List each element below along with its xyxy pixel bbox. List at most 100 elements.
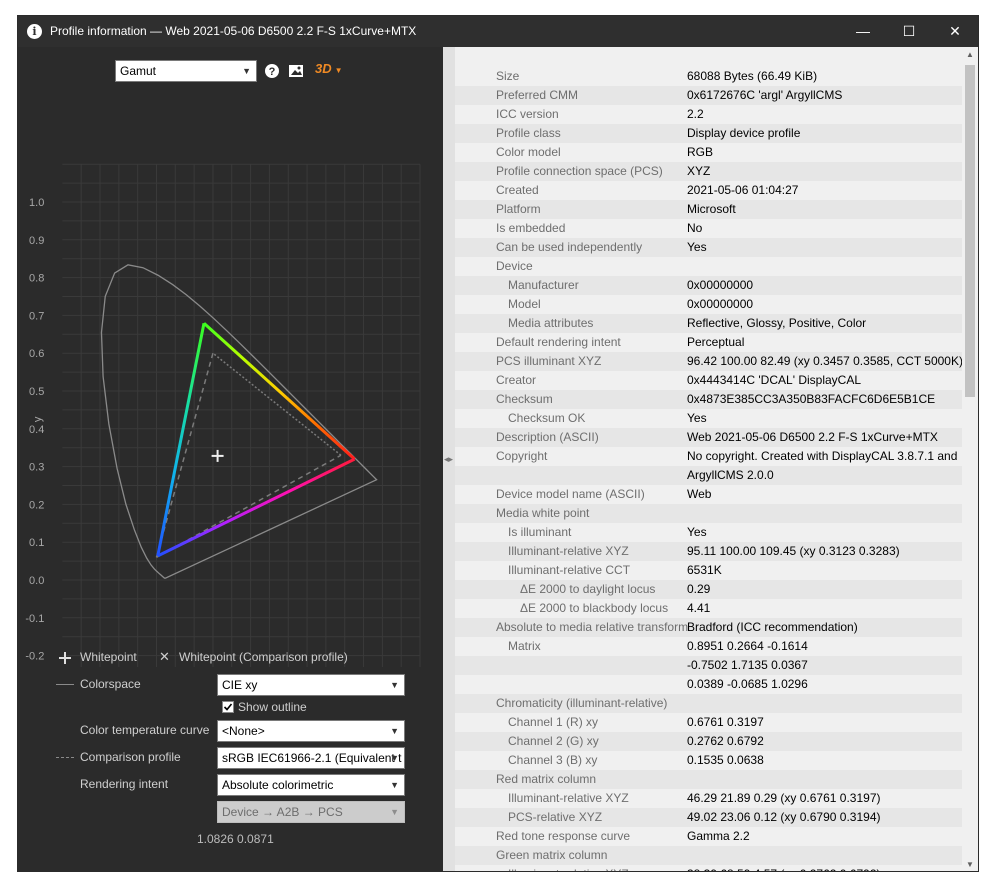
direction-select-value: Device → A2B → PCS [222, 805, 343, 819]
info-key: ΔE 2000 to daylight locus [520, 582, 656, 596]
rendering-intent-select[interactable]: Absolute colorimetric ▼ [217, 774, 405, 796]
info-row: Platform Microsoft [455, 200, 962, 219]
info-row: Device [455, 257, 962, 276]
info-key: Can be used independently [496, 240, 643, 254]
info-key: Checksum OK [508, 411, 586, 425]
scroll-up-icon[interactable]: ▲ [962, 47, 978, 63]
info-value: 38.39 68.59 4.57 (xy 0.2762 0.6792) [687, 865, 880, 871]
info-value: No copyright. Created with DisplayCAL 3.… [687, 449, 958, 463]
info-row: Checksum 0x4873E385CC3A350B83FACFC6D6E5B1… [455, 390, 962, 409]
panel-splitter[interactable]: ◂▸ [443, 47, 455, 871]
info-row: Channel 3 (B) xy 0.1535 0.0638 [455, 751, 962, 770]
info-key: Model [508, 297, 541, 311]
info-key: Color model [496, 145, 561, 159]
info-key: Illuminant-relative XYZ [508, 791, 629, 805]
info-key: Is embedded [496, 221, 566, 235]
info-value: 49.02 23.06 0.12 (xy 0.6790 0.3194) [687, 810, 881, 824]
info-key: Channel 2 (G) xy [508, 734, 599, 748]
info-value: 0x4873E385CC3A350B83FACFC6D6E5B1CE [687, 392, 936, 406]
color-temp-curve-select[interactable]: <None> ▼ [217, 720, 405, 742]
info-value: XYZ [687, 164, 711, 178]
info-row: PCS-relative XYZ 49.02 23.06 0.12 (xy 0.6… [455, 808, 962, 827]
title-bar[interactable]: i Profile information — Web 2021-05-06 D… [18, 16, 978, 47]
comparison-line-sample [56, 757, 74, 758]
info-value: Gamma 2.2 [687, 829, 750, 843]
direction-select: Device → A2B → PCS ▼ [217, 801, 405, 823]
info-row: Profile connection space (PCS) XYZ [455, 162, 962, 181]
y-tick-label: 0.8 [29, 273, 44, 285]
color-temp-select-value: <None> [222, 724, 265, 738]
info-value: 68088 Bytes (66.49 KiB) [687, 69, 818, 83]
minimize-button[interactable]: — [840, 16, 886, 47]
info-row: Illuminant-relative XYZ 46.29 21.89 0.29 … [455, 789, 962, 808]
y-tick-label: 0.6 [29, 348, 44, 360]
chevron-down-icon: ▼ [242, 66, 251, 76]
y-tick-label: -0.2 [25, 651, 44, 663]
3d-view-button[interactable]: 3D ▼ [315, 61, 343, 76]
info-key: Size [496, 69, 520, 83]
3d-label: 3D [315, 61, 332, 76]
info-row: Device model name (ASCII) Web [455, 485, 962, 504]
maximize-button[interactable]: ☐ [886, 16, 932, 47]
info-row: Manufacturer 0x00000000 [455, 276, 962, 295]
profile-information-window: i Profile information — Web 2021-05-06 D… [17, 15, 979, 872]
vertical-scrollbar[interactable]: ▲ ▼ [962, 47, 978, 871]
coordinates-readout: 1.0826 0.0871 [197, 832, 274, 846]
y-tick-label: 0.2 [29, 499, 44, 511]
show-outline-checkbox[interactable] [222, 701, 234, 713]
info-key: Green matrix column [496, 848, 608, 862]
crosshair-icon [57, 650, 73, 666]
info-value: -0.7502 1.7135 0.0367 [687, 658, 808, 672]
info-value: 95.11 100.00 109.45 (xy 0.3123 0.3283) [687, 544, 900, 558]
info-row: ICC version 2.2 [455, 105, 962, 124]
close-button[interactable]: ✕ [932, 16, 978, 47]
info-key: Checksum [496, 392, 553, 406]
image-icon[interactable] [288, 63, 304, 79]
colorspace-select[interactable]: CIE xy ▼ [217, 674, 405, 696]
info-value: 0x00000000 [687, 297, 754, 311]
window-title: Profile information — Web 2021-05-06 D65… [50, 24, 417, 38]
info-key: Profile connection space (PCS) [496, 164, 663, 178]
rendering-intent-select-value: Absolute colorimetric [222, 778, 334, 792]
info-value: RGB [687, 145, 714, 159]
info-key: Is illuminant [508, 525, 572, 539]
info-value: Perceptual [687, 335, 745, 349]
info-row: Illuminant-relative XYZ 38.39 68.59 4.57 … [455, 865, 962, 871]
view-select[interactable]: Gamut ▼ [115, 60, 257, 82]
chevron-down-icon: ▼ [390, 680, 399, 690]
info-value: Yes [687, 411, 707, 425]
info-value: 0.29 [687, 582, 711, 596]
info-row: Created 2021-05-06 01:04:27 [455, 181, 962, 200]
info-row: Size 68088 Bytes (66.49 KiB) [455, 67, 962, 86]
rendering-intent-label: Rendering intent [80, 777, 169, 791]
info-key: Preferred CMM [496, 88, 579, 102]
y-tick-label: 0.1 [29, 537, 44, 549]
info-key: Copyright [496, 449, 548, 463]
info-key: Default rendering intent [496, 335, 621, 349]
scroll-down-icon[interactable]: ▼ [962, 857, 978, 871]
scrollbar-thumb[interactable] [965, 65, 975, 397]
info-row: Green matrix column [455, 846, 962, 865]
info-row: Red tone response curve Gamma 2.2 [455, 827, 962, 846]
info-key: Media attributes [508, 316, 594, 330]
info-row: Preferred CMM 0x6172676C 'argl' ArgyllCMS [455, 86, 962, 105]
info-value: 0x4443414C 'DCAL' DisplayCAL [687, 373, 862, 387]
info-row: -0.7502 1.7135 0.0367 [455, 656, 962, 675]
comparison-profile-select[interactable]: sRGB IEC61966-2.1 (Equivalent t ▼ [217, 747, 405, 769]
info-row: Checksum OK Yes [455, 409, 962, 428]
info-key: Absolute to media relative transform [496, 620, 689, 634]
info-value: 6531K [687, 563, 722, 577]
info-row: Chromaticity (illuminant-relative) [455, 694, 962, 713]
info-row: ΔE 2000 to blackbody locus 4.41 [455, 599, 962, 618]
info-value: 0.6761 0.3197 [687, 715, 764, 729]
help-icon[interactable]: ? [264, 63, 280, 79]
info-row: Default rendering intent Perceptual [455, 333, 962, 352]
show-outline-label[interactable]: Show outline [238, 700, 307, 714]
info-value: Reflective, Glossy, Positive, Color [687, 316, 867, 330]
info-value: 46.29 21.89 0.29 (xy 0.6761 0.3197) [687, 791, 881, 805]
info-row: Color model RGB [455, 143, 962, 162]
info-row: Matrix 0.8951 0.2664 -0.1614 [455, 637, 962, 656]
y-tick-label: 0.4 [29, 424, 44, 436]
info-key: Illuminant-relative XYZ [508, 865, 629, 871]
info-value: Yes [687, 240, 707, 254]
